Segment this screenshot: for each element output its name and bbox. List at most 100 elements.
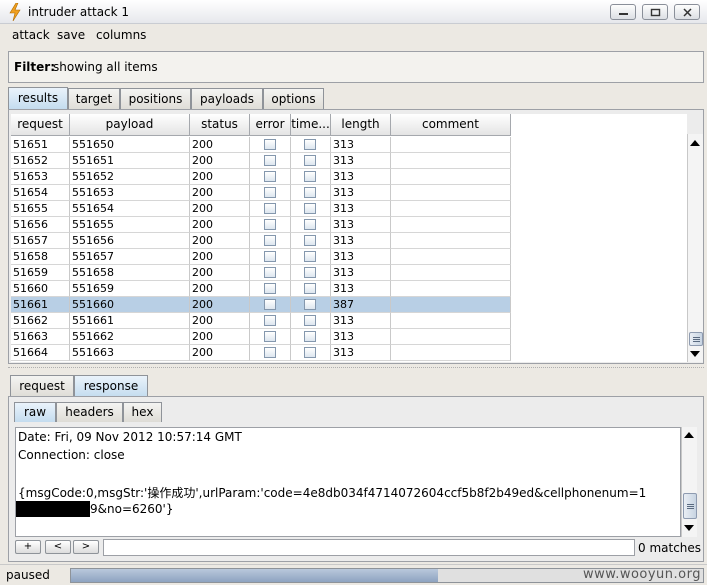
column-header-request[interactable]: request <box>11 114 70 136</box>
scroll-up-icon[interactable] <box>684 432 694 438</box>
cell-length: 313 <box>331 249 391 265</box>
cell-request: 51654 <box>11 185 70 201</box>
table-row[interactable]: 51662 551661 200 313 <box>11 313 511 329</box>
cell-status: 200 <box>190 249 250 265</box>
time-checkbox <box>304 347 316 358</box>
cell-error <box>250 233 291 249</box>
minimize-icon <box>619 13 628 15</box>
time-checkbox <box>304 299 316 310</box>
cell-request: 51658 <box>11 249 70 265</box>
cell-payload: 551657 <box>70 249 190 265</box>
search-add-button[interactable]: + <box>15 540 41 554</box>
cell-error <box>250 217 291 233</box>
tab-request[interactable]: request <box>10 375 74 397</box>
table-row[interactable]: 51654 551653 200 313 <box>11 185 511 201</box>
column-header-error[interactable]: error <box>250 114 291 136</box>
maximize-icon <box>650 8 661 17</box>
column-header-timeout[interactable]: time... <box>291 114 331 136</box>
search-next-button[interactable]: > <box>73 540 99 554</box>
cell-payload: 551653 <box>70 185 190 201</box>
response-line: 9&no=6260'} <box>90 502 174 516</box>
table-row[interactable]: 51660 551659 200 313 <box>11 281 511 297</box>
cell-length: 313 <box>331 185 391 201</box>
column-header-comment[interactable]: comment <box>391 114 511 136</box>
table-row[interactable]: 51651 551650 200 313 <box>11 137 511 153</box>
results-scrollbar[interactable] <box>687 134 703 362</box>
cell-request: 51656 <box>11 217 70 233</box>
minimize-button[interactable] <box>610 4 636 20</box>
menu-columns[interactable]: columns <box>96 28 146 42</box>
scroll-down-icon[interactable] <box>690 351 700 357</box>
title-bar: intruder attack 1 <box>0 0 707 24</box>
cell-request: 51657 <box>11 233 70 249</box>
tab-results[interactable]: results <box>8 87 68 109</box>
menu-save[interactable]: save <box>57 28 85 42</box>
cell-error <box>250 249 291 265</box>
tab-headers[interactable]: headers <box>56 402 123 422</box>
column-header-payload[interactable]: payload <box>70 114 190 136</box>
table-row[interactable]: 51661 551660 200 387 <box>11 297 511 313</box>
time-checkbox <box>304 251 316 262</box>
scroll-thumb[interactable] <box>683 493 697 519</box>
error-checkbox <box>264 283 276 294</box>
close-button[interactable] <box>674 4 700 20</box>
table-row[interactable]: 51664 551663 200 313 <box>11 345 511 361</box>
table-row[interactable]: 51658 551657 200 313 <box>11 249 511 265</box>
error-checkbox <box>264 219 276 230</box>
scroll-down-icon[interactable] <box>684 525 694 531</box>
panel-splitter[interactable] <box>8 367 704 371</box>
scroll-up-icon[interactable] <box>690 140 700 146</box>
table-row[interactable]: 51656 551655 200 313 <box>11 217 511 233</box>
column-header-status[interactable]: status <box>190 114 250 136</box>
cell-time <box>291 281 331 297</box>
tab-options[interactable]: options <box>263 88 324 110</box>
table-row[interactable]: 51653 551652 200 313 <box>11 169 511 185</box>
maximize-button[interactable] <box>642 4 668 20</box>
cell-length: 313 <box>331 265 391 281</box>
cell-status: 200 <box>190 297 250 313</box>
cell-payload: 551655 <box>70 217 190 233</box>
scroll-thumb[interactable] <box>689 332 703 346</box>
cell-payload: 551662 <box>70 329 190 345</box>
cell-request: 51662 <box>11 313 70 329</box>
cell-status: 200 <box>190 137 250 153</box>
cell-time <box>291 137 331 153</box>
tab-positions[interactable]: positions <box>120 88 191 110</box>
cell-comment <box>391 217 511 233</box>
tab-hex[interactable]: hex <box>123 402 162 422</box>
filter-label: Filter: <box>14 60 56 74</box>
watermark: www.wooyun.org <box>582 567 701 582</box>
tab-raw[interactable]: raw <box>14 402 56 422</box>
filter-bar[interactable]: Filter: showing all items <box>8 51 704 83</box>
cell-length: 313 <box>331 345 391 361</box>
response-editor[interactable]: Date: Fri, 09 Nov 2012 10:57:14 GMT Conn… <box>15 427 681 537</box>
table-row[interactable]: 51663 551662 200 313 <box>11 329 511 345</box>
grip-line <box>687 506 694 507</box>
tab-target[interactable]: target <box>68 88 120 110</box>
tab-response[interactable]: response <box>74 375 148 397</box>
cell-length: 313 <box>331 329 391 345</box>
tab-payloads[interactable]: payloads <box>191 88 263 110</box>
menu-attack[interactable]: attack <box>12 28 50 42</box>
table-row[interactable]: 51655 551654 200 313 <box>11 201 511 217</box>
cell-request: 51659 <box>11 265 70 281</box>
cell-length: 313 <box>331 217 391 233</box>
results-table: request payload status error time... len… <box>11 114 687 362</box>
column-header-length[interactable]: length <box>331 114 391 136</box>
filter-text: showing all items <box>53 60 158 74</box>
cell-length: 313 <box>331 201 391 217</box>
search-input[interactable] <box>103 539 635 556</box>
time-checkbox <box>304 139 316 150</box>
error-checkbox <box>264 331 276 342</box>
error-checkbox <box>264 299 276 310</box>
table-row[interactable]: 51652 551651 200 313 <box>11 153 511 169</box>
search-prev-button[interactable]: < <box>45 540 71 554</box>
cell-status: 200 <box>190 313 250 329</box>
cell-length: 313 <box>331 153 391 169</box>
cell-payload: 551658 <box>70 265 190 281</box>
table-row[interactable]: 51657 551656 200 313 <box>11 233 511 249</box>
table-row[interactable]: 51659 551658 200 313 <box>11 265 511 281</box>
response-scrollbar[interactable] <box>681 427 697 537</box>
error-checkbox <box>264 139 276 150</box>
error-checkbox <box>264 251 276 262</box>
